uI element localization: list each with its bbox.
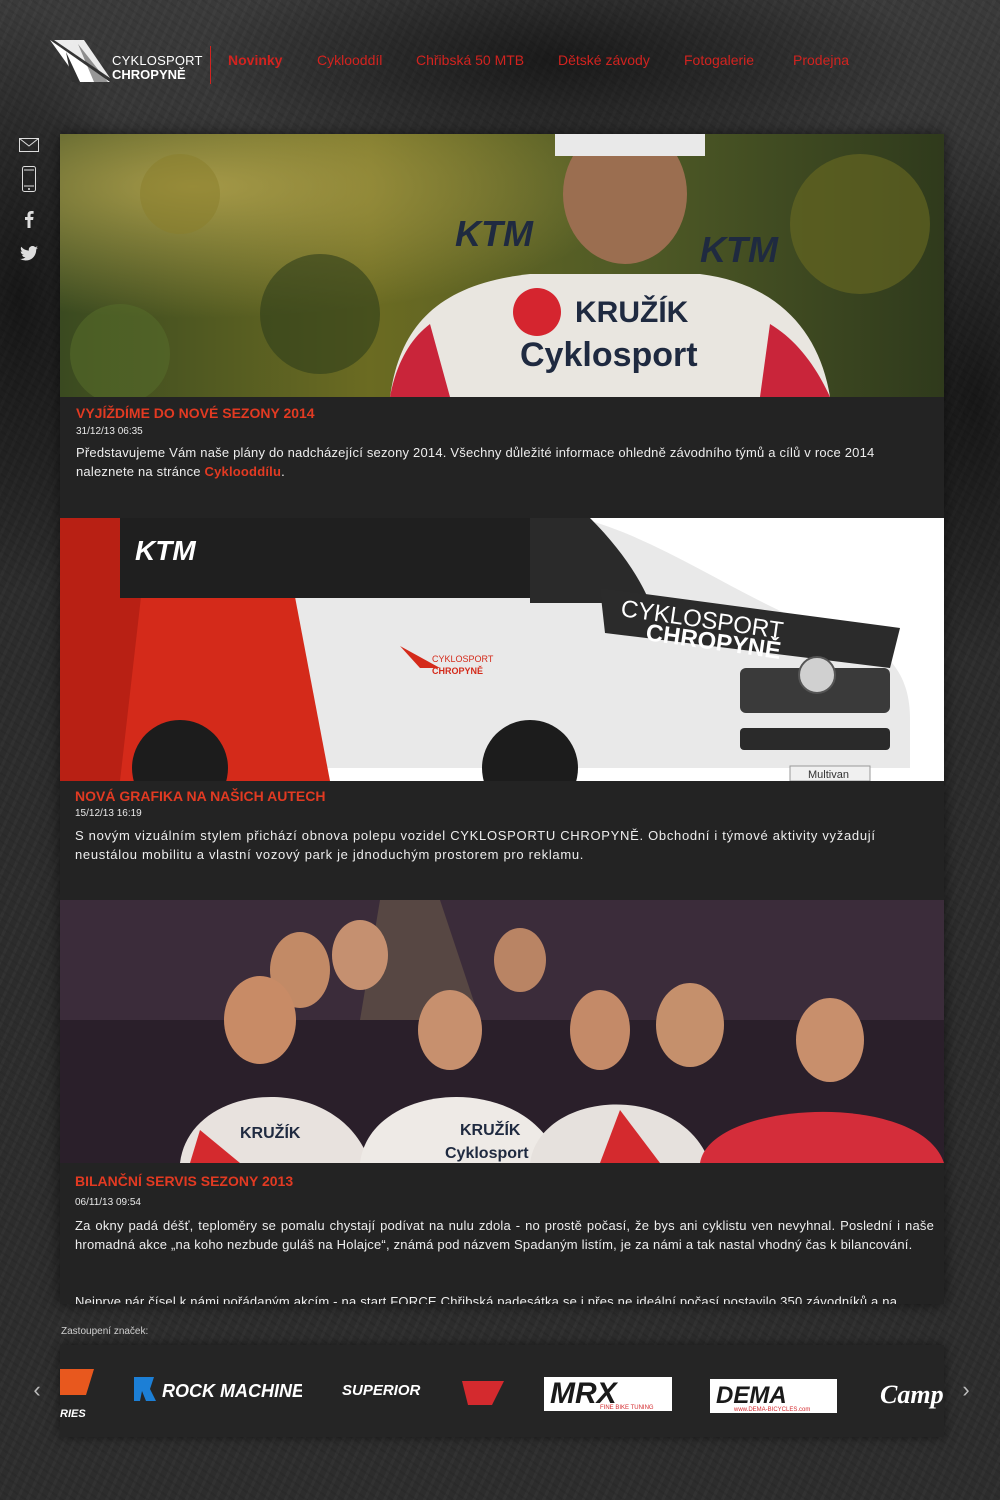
dema-logo[interactable]: DEMA www.DEMA-BICYCLES.com (710, 1359, 840, 1423)
logo-divider (210, 46, 211, 84)
article-excerpt-continued: Nejprve pár čísel k námi pořádaným akcím… (75, 1294, 898, 1304)
nav-item-novinky[interactable]: Novinky (228, 52, 282, 68)
campagnolo-logo-text: Camp (880, 1380, 944, 1409)
nav-item-fotogalerie[interactable]: Fotogalerie (684, 52, 754, 68)
logo-text-bottom: CHROPYNĚ (112, 67, 186, 82)
van-door-logo-top: CYKLOSPORT (432, 654, 494, 664)
article-excerpt: S novým vizuálním stylem přichází obnova… (75, 828, 876, 862)
jersey-cyklosport-text: Cyklosport (520, 336, 698, 374)
article-title[interactable]: BILANČNÍ SERVIS SEZONY 2013 (75, 1173, 293, 1189)
nav-item-chribska-50-mtb[interactable]: Chřibská 50 MTB (416, 52, 524, 68)
article-image-van[interactable]: KTM CYKLOSPORT CHROPYNĚ CYKLOSPORT CHROP… (60, 518, 944, 781)
rock-machine-logo-text: ROCK MACHINE (162, 1381, 302, 1401)
chevron-right-icon[interactable]: › (958, 1378, 974, 1402)
news-article: KRUŽÍK KRUŽÍK Cyklosport BILANČNÍ SERVIS… (60, 900, 944, 1304)
article-title[interactable]: NOVÁ GRAFIKA NA NAŠICH AUTECH (75, 788, 325, 804)
dema-logo-text: DEMA (716, 1382, 787, 1409)
article-image-cyclist[interactable]: KTM KTM KRUŽÍK Cyklosport (60, 134, 944, 397)
nav-item-prodejna[interactable]: Prodejna (793, 52, 849, 68)
van-ktm-text: KTM (135, 535, 196, 566)
rock-machine-logo[interactable]: ROCK MACHINE (132, 1359, 302, 1423)
news-article: KTM CYKLOSPORT CHROPYNĚ CYKLOSPORT CHROP… (60, 518, 944, 900)
article-excerpt-text: Představujeme Vám naše plány do nadcháze… (76, 445, 875, 479)
dema-logo-subtext: www.DEMA-BICYCLES.com (733, 1407, 810, 1413)
mrx-logo[interactable]: MRX FINE BIKE TUNING (542, 1359, 677, 1423)
phone-icon[interactable] (14, 164, 44, 194)
ktm-logo[interactable]: RIES (60, 1359, 100, 1423)
ktm-logo-text: RIES (60, 1408, 86, 1420)
team-jersey-kruzik-2: KRUŽÍK (460, 1120, 521, 1139)
article-date: 06/11/13 09:54 (75, 1197, 141, 1208)
van-plate-text: Multivan (808, 769, 849, 781)
article-title[interactable]: VYJÍŽDÍME DO NOVÉ SEZONY 2014 (76, 405, 315, 421)
twitter-icon[interactable] (14, 238, 44, 268)
cyklooddil-link[interactable]: Cyklooddílu (205, 464, 282, 479)
news-panel[interactable]: KTM KTM KRUŽÍK Cyklosport VYJÍŽDÍME DO N… (60, 134, 944, 1304)
article-excerpt: Představujeme Vám naše plány do nadcháze… (76, 443, 934, 481)
brands-label: Zastoupení značek: (61, 1326, 149, 1337)
superior-logo-text: SUPERIOR (342, 1382, 421, 1399)
campagnolo-logo[interactable]: Camp (876, 1359, 944, 1423)
van-door-logo-bottom: CHROPYNĚ (432, 665, 483, 676)
logo-mark-icon (50, 40, 110, 82)
mail-icon[interactable] (14, 130, 44, 160)
chevron-left-icon[interactable]: ‹ (29, 1378, 45, 1402)
site-header: CYKLOSPORT CHROPYNĚ Novinky Cyklooddíl C… (0, 0, 1000, 120)
site-logo[interactable]: CYKLOSPORT CHROPYNĚ (50, 38, 220, 86)
article-date: 31/12/13 06:35 (76, 426, 143, 437)
mrx-logo-subtext: FINE BIKE TUNING (600, 1405, 654, 1411)
team-jersey-cyklosport: Cyklosport (445, 1145, 529, 1162)
facebook-icon[interactable] (14, 204, 44, 234)
article-excerpt-end: . (281, 464, 285, 479)
article-date: 15/12/13 16:19 (75, 808, 142, 819)
article-image-team[interactable]: KRUŽÍK KRUŽÍK Cyklosport (60, 900, 944, 1163)
article-excerpt: Za okny padá déšť, teploměry se pomalu c… (75, 1218, 934, 1252)
jersey-kruzik-text: KRUŽÍK (575, 295, 689, 329)
jersey-ktm-text: KTM (455, 213, 534, 254)
superior-logo[interactable]: SUPERIOR (342, 1359, 512, 1423)
nav-item-cyklooddil[interactable]: Cyklooddíl (317, 52, 382, 68)
team-jersey-kruzik: KRUŽÍK (240, 1123, 301, 1142)
brands-carousel: RIES ROCK MACHINE SUPERIOR MRX FINE BIKE… (60, 1345, 944, 1437)
jersey-ktm-text-right: KTM (700, 229, 779, 270)
news-article: KTM KTM KRUŽÍK Cyklosport VYJÍŽDÍME DO N… (60, 134, 944, 518)
logo-text-top: CYKLOSPORT (112, 53, 203, 68)
nav-item-detske-zavody[interactable]: Dětské závody (558, 52, 650, 68)
